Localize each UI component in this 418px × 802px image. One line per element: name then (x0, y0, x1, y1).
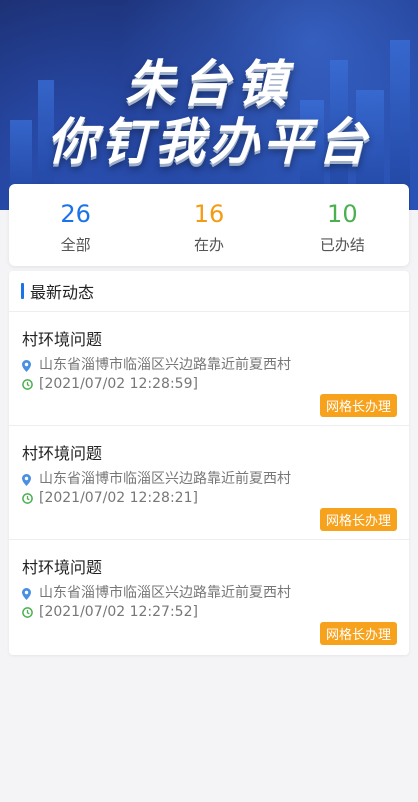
item-time-row: [2021/07/02 12:28:21] (22, 490, 198, 506)
status-badge[interactable]: 网格长办理 (319, 622, 397, 645)
item-time: [2021/07/02 12:28:21] (39, 490, 198, 506)
location-pin-icon (22, 587, 31, 600)
location-pin-icon (22, 359, 31, 372)
item-time-row: [2021/07/02 12:28:59] (22, 376, 198, 392)
stat-label: 全部 (60, 236, 91, 254)
stat-value: 10 (327, 200, 358, 228)
stats-card: 26 全部 16 在办 10 已办结 (9, 184, 409, 266)
item-title: 村环境问题 (22, 558, 103, 577)
list-item[interactable]: 村环境问题 山东省淄博市临淄区兴边路靠近前夏西村 [2021/07/02 12:… (9, 312, 409, 426)
item-time: [2021/07/02 12:28:59] (39, 376, 198, 392)
item-address: 山东省淄博市临淄区兴边路靠近前夏西村 (39, 357, 291, 373)
banner-title-line2: 你钉我办平台 (47, 113, 371, 171)
item-title: 村环境问题 (22, 330, 103, 349)
banner: 朱台镇 你钉我办平台 (0, 0, 418, 210)
latest-news-panel: 最新动态 村环境问题 山东省淄博市临淄区兴边路靠近前夏西村 [2021/07/0… (9, 271, 409, 655)
stat-value: 26 (60, 200, 91, 228)
item-title: 村环境问题 (22, 444, 103, 463)
list-item[interactable]: 村环境问题 山东省淄博市临淄区兴边路靠近前夏西村 [2021/07/02 12:… (9, 426, 409, 540)
clock-icon (22, 492, 33, 504)
clock-icon (22, 378, 33, 390)
stat-completed[interactable]: 10 已办结 (276, 184, 409, 266)
stat-in-progress[interactable]: 16 在办 (142, 184, 275, 266)
stat-label: 在办 (193, 236, 224, 254)
item-address-row: 山东省淄博市临淄区兴边路靠近前夏西村 (22, 354, 291, 374)
item-address-row: 山东省淄博市临淄区兴边路靠近前夏西村 (22, 582, 291, 602)
stat-value: 16 (193, 200, 225, 228)
item-address-row: 山东省淄博市临淄区兴边路靠近前夏西村 (22, 468, 291, 488)
stat-label: 已办结 (319, 236, 365, 254)
header-accent-bar (21, 283, 24, 299)
item-time-row: [2021/07/02 12:27:52] (22, 604, 198, 620)
item-time: [2021/07/02 12:27:52] (39, 604, 198, 620)
clock-icon (22, 606, 33, 618)
list-item[interactable]: 村环境问题 山东省淄博市临淄区兴边路靠近前夏西村 [2021/07/02 12:… (9, 540, 409, 653)
location-pin-icon (22, 473, 31, 486)
status-badge[interactable]: 网格长办理 (319, 394, 397, 417)
item-address: 山东省淄博市临淄区兴边路靠近前夏西村 (39, 585, 291, 601)
latest-news-title: 最新动态 (30, 283, 95, 302)
stat-all[interactable]: 26 全部 (9, 184, 142, 266)
item-address: 山东省淄博市临淄区兴边路靠近前夏西村 (39, 471, 291, 487)
latest-news-header: 最新动态 (9, 271, 409, 312)
status-badge[interactable]: 网格长办理 (319, 508, 397, 531)
